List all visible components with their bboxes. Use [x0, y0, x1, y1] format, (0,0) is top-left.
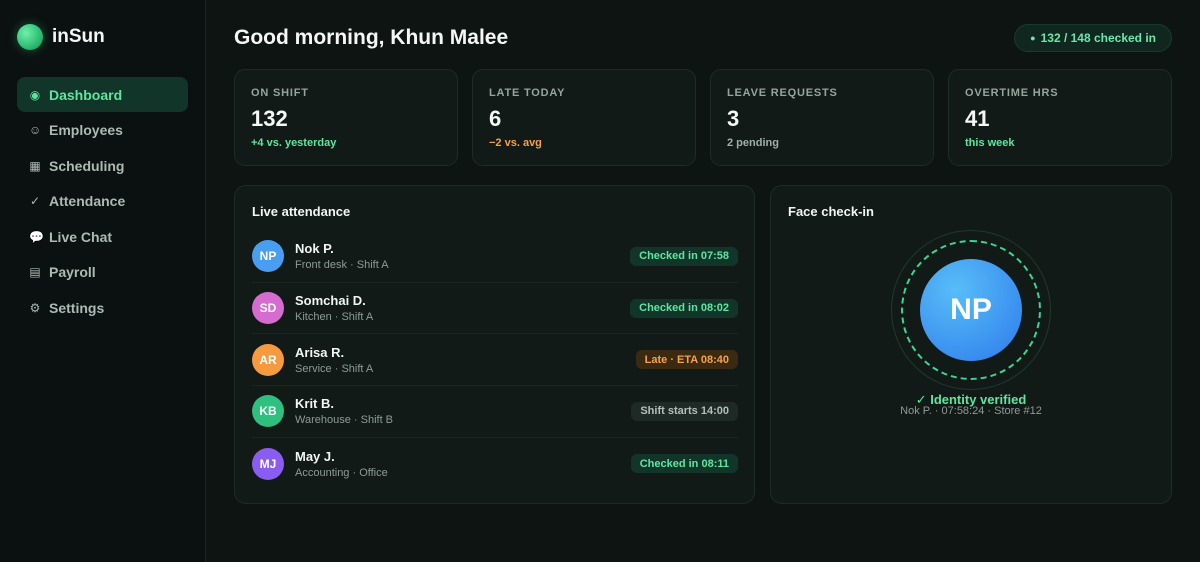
stat-card-leave-requests[interactable]: LEAVE REQUESTS 3 2 pending — [710, 69, 934, 166]
stat-card-overtime-hrs[interactable]: OVERTIME HRS 41 this week — [948, 69, 1172, 166]
sidebar-item-employees[interactable]: ☺ Employees — [17, 113, 188, 148]
gear-icon: ⚙ — [29, 300, 41, 315]
checkin-meta: Nok P. · 07:58:24 · Store #12 — [900, 405, 1042, 417]
avatar: MJ — [252, 447, 284, 480]
checkin-summary-badge[interactable]: ● 132 / 148 checked in — [1014, 24, 1172, 52]
stat-value: 6 — [489, 106, 502, 131]
sidebar: inSun ◉ Dashboard ☺ Employees ▦ Scheduli… — [0, 0, 206, 562]
face-avatar: NP — [920, 259, 1022, 361]
main-content: Good morning, Khun Malee ● 132 / 148 che… — [206, 0, 1200, 562]
list-item[interactable]: AR Arisa R. Service · Shift A Late · ETA… — [252, 334, 738, 387]
sidebar-item-label: Settings — [49, 299, 105, 316]
employee-info: Somchai D. Kitchen · Shift A — [295, 293, 630, 323]
checkin-summary-text: 132 / 148 checked in — [1040, 31, 1156, 45]
brand-name: inSun — [52, 26, 105, 47]
employee-name: Nok P. — [295, 241, 334, 257]
employee-role: Accounting · Office — [295, 466, 388, 479]
stat-label: LEAVE REQUESTS — [727, 87, 838, 99]
list-item[interactable]: KB Krit B. Warehouse · Shift B Shift sta… — [252, 386, 738, 438]
employee-info: Arisa R. Service · Shift A — [295, 345, 636, 375]
avatar: NP — [252, 240, 284, 273]
stat-label: LATE TODAY — [489, 87, 566, 99]
employee-name: Somchai D. — [295, 293, 366, 309]
employee-info: Nok P. Front desk · Shift A — [295, 241, 630, 271]
stat-card-on-shift[interactable]: ON SHIFT 132 +4 vs. yesterday — [234, 69, 458, 166]
sidebar-item-dashboard[interactable]: ◉ Dashboard — [17, 77, 188, 112]
sidebar-item-settings[interactable]: ⚙ Settings — [17, 290, 188, 325]
sidebar-item-label: Live Chat — [49, 228, 113, 245]
brand[interactable]: inSun — [17, 24, 105, 50]
status-badge: Checked in 08:11 — [630, 454, 738, 474]
employee-info: Krit B. Warehouse · Shift B — [295, 396, 631, 426]
stat-delta: 2 pending — [727, 137, 779, 149]
panel-title: Live attendance — [252, 204, 351, 219]
sidebar-item-label: Dashboard — [49, 86, 123, 103]
employee-name: Arisa R. — [295, 344, 345, 360]
chat-icon: 💬 — [29, 229, 44, 244]
live-attendance-panel: Live attendance NP Nok P. Front desk · S… — [234, 185, 755, 504]
calendar-icon: ▦ — [29, 158, 41, 173]
employee-role: Warehouse · Shift B — [295, 414, 394, 427]
stat-label: ON SHIFT — [251, 87, 309, 99]
stat-delta: this week — [965, 137, 1015, 149]
sidebar-item-label: Attendance — [49, 193, 126, 209]
sidebar-item-scheduling[interactable]: ▦ Scheduling — [17, 148, 188, 183]
stat-label: OVERTIME HRS — [965, 87, 1059, 99]
avatar: KB — [252, 395, 284, 428]
list-item[interactable]: SD Somchai D. Kitchen · Shift A Checked … — [252, 283, 738, 335]
status-dot-icon: ● — [1030, 33, 1036, 43]
page-title: Good morning, Khun Malee — [234, 26, 509, 49]
sidebar-item-label: Scheduling — [49, 157, 125, 174]
employee-role: Front desk · Shift A — [295, 259, 389, 272]
check-icon: ✓ — [29, 194, 41, 208]
sidebar-item-label: Payroll — [49, 264, 96, 280]
list-item[interactable]: NP Nok P. Front desk · Shift A Checked i… — [252, 231, 738, 283]
dashboard-icon: ◉ — [29, 87, 41, 102]
brand-logo-icon — [17, 24, 43, 50]
employees-icon: ☺ — [29, 123, 42, 137]
stat-delta: −2 vs. avg — [489, 137, 542, 149]
employee-name: Krit B. — [295, 396, 334, 412]
stat-value: 41 — [965, 106, 990, 131]
stats-row: ON SHIFT 132 +4 vs. yesterday LATE TODAY… — [234, 69, 1172, 166]
face-checkin-panel: Face check-in NP ✓ Identity verified Nok… — [770, 185, 1172, 504]
sidebar-nav: ◉ Dashboard ☺ Employees ▦ Scheduling ✓ A… — [17, 77, 188, 326]
stat-value: 132 — [251, 106, 288, 131]
panel-title: Face check-in — [788, 204, 874, 219]
employee-info: May J. Accounting · Office — [295, 449, 631, 479]
status-badge: Checked in 08:02 — [630, 298, 738, 318]
payroll-icon: ▤ — [29, 265, 41, 279]
employee-name: May J. — [295, 448, 335, 464]
status-badge: Checked in 07:58 — [630, 246, 738, 266]
face-scan-ring: NP — [891, 230, 1051, 390]
attendance-list: NP Nok P. Front desk · Shift A Checked i… — [252, 231, 738, 489]
stat-delta: +4 vs. yesterday — [251, 137, 337, 149]
sidebar-item-label: Employees — [49, 122, 123, 138]
employee-role: Service · Shift A — [295, 362, 374, 375]
avatar: AR — [252, 343, 284, 376]
sidebar-item-live-chat[interactable]: 💬 Live Chat — [17, 219, 188, 254]
stat-card-late-today[interactable]: LATE TODAY 6 −2 vs. avg — [472, 69, 696, 166]
employee-role: Kitchen · Shift A — [295, 311, 374, 324]
sidebar-item-payroll[interactable]: ▤ Payroll — [17, 255, 188, 290]
list-item[interactable]: MJ May J. Accounting · Office Checked in… — [252, 438, 738, 490]
status-badge: Shift starts 14:00 — [631, 401, 738, 421]
stat-value: 3 — [727, 106, 740, 131]
sidebar-item-attendance[interactable]: ✓ Attendance — [17, 184, 188, 219]
status-badge: Late · ETA 08:40 — [635, 350, 738, 370]
avatar: SD — [252, 292, 284, 325]
